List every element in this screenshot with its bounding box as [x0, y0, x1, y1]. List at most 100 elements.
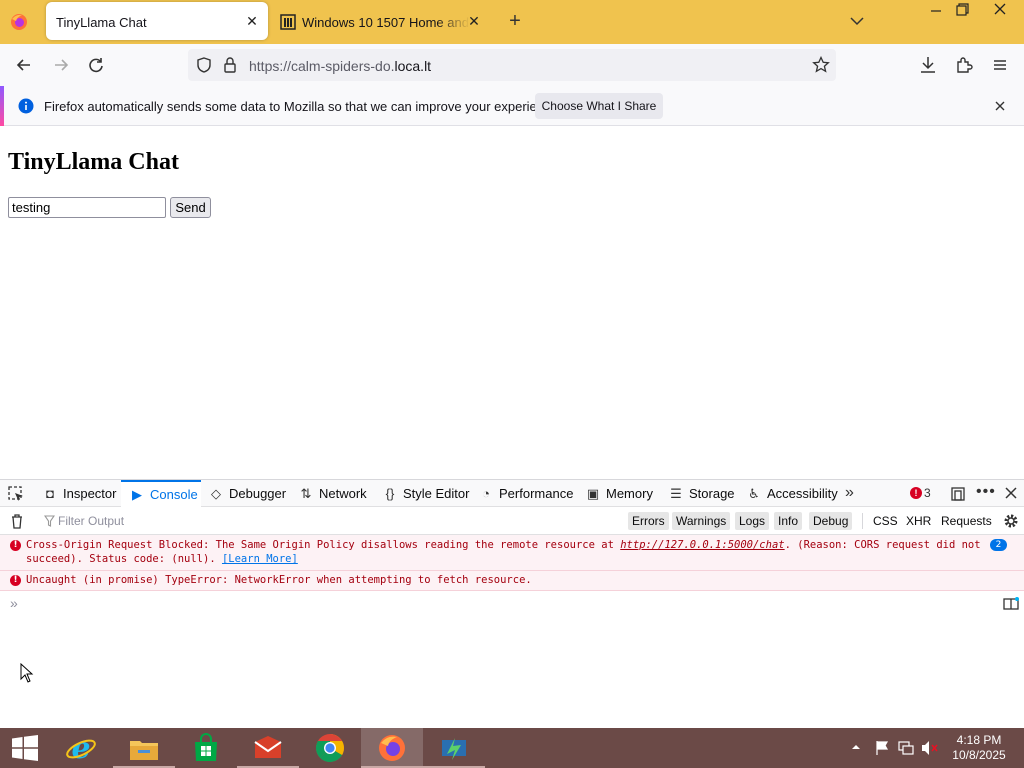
- shield-icon[interactable]: [195, 56, 213, 74]
- tab-debugger[interactable]: ◇ Debugger: [208, 480, 286, 507]
- navigation-bar: https://calm-spiders-do.loca.lt: [0, 44, 1024, 86]
- filter-icon: [44, 515, 55, 527]
- filter-logs-button[interactable]: Logs: [735, 512, 770, 530]
- filter-output-input[interactable]: Filter Output: [58, 514, 124, 528]
- notification-accent: [0, 86, 4, 126]
- taskbar-store[interactable]: [175, 728, 237, 768]
- reload-icon[interactable]: [85, 54, 107, 76]
- bookmark-star-icon[interactable]: [812, 56, 830, 74]
- extensions-icon[interactable]: [953, 54, 975, 76]
- page-title: TinyLlama Chat: [8, 149, 179, 175]
- tab-bar: TinyLlama Chat ✕ Windows 10 1507 Home an…: [0, 0, 1024, 44]
- tab-style-editor[interactable]: {} Style Editor: [382, 480, 470, 507]
- tab-network[interactable]: ⇅ Network: [298, 480, 367, 507]
- console-settings-gear-icon[interactable]: [1003, 513, 1019, 529]
- devtools-toolbar: ◘ Inspector ▶ Console ◇ Debugger ⇅ Network {…: [0, 479, 1024, 507]
- trash-icon[interactable]: [10, 513, 24, 529]
- tab-tinyllama-chat[interactable]: TinyLlama Chat ✕: [46, 2, 268, 40]
- info-icon: [18, 98, 34, 114]
- show-hidden-icons-icon[interactable]: [851, 743, 861, 751]
- new-tab-icon[interactable]: +: [505, 11, 525, 32]
- error-resource-link[interactable]: http://127.0.0.1:5000/chat: [620, 539, 784, 551]
- console-filter-bar: Filter Output Errors Warnings Logs Info …: [0, 507, 1024, 535]
- storage-icon: ☰: [670, 485, 682, 501]
- error-text: Uncaught (in promise) TypeError: Network…: [26, 574, 532, 586]
- error-icon: !: [10, 540, 21, 551]
- page-content: TinyLlama Chat testing Send: [0, 127, 1024, 480]
- network-icon[interactable]: [898, 740, 914, 756]
- error-text: Cross-Origin Request Blocked: The Same O…: [26, 539, 981, 565]
- lock-icon[interactable]: [222, 56, 238, 74]
- clock-date: 10/8/2025: [952, 748, 1006, 762]
- tab-performance[interactable]: ◔ Performance: [478, 480, 573, 507]
- tab-storage[interactable]: ☰ Storage: [668, 480, 734, 507]
- network-icon: ⇅: [300, 485, 312, 501]
- museum-icon: [280, 14, 296, 30]
- taskbar-mail-app[interactable]: [237, 728, 299, 768]
- tab-inspector[interactable]: ◘ Inspector: [42, 480, 116, 507]
- filter-info-button[interactable]: Info: [774, 512, 803, 530]
- filter-xhr-button[interactable]: XHR: [902, 512, 935, 530]
- data-collection-notification: Firefox automatically sends some data to…: [0, 86, 1024, 126]
- chevron-down-icon[interactable]: [848, 14, 866, 28]
- taskbar-clock[interactable]: 4:18 PM 10/8/2025: [948, 733, 1010, 763]
- send-button[interactable]: Send: [170, 197, 211, 218]
- notification-message: Firefox automatically sends some data to…: [44, 99, 562, 114]
- filter-errors-button[interactable]: Errors: [628, 512, 669, 530]
- style-editor-icon: {}: [385, 485, 395, 501]
- filter-css-button[interactable]: CSS: [869, 512, 902, 530]
- console-error-message[interactable]: ! Cross-Origin Request Blocked: The Same…: [0, 535, 1024, 571]
- close-notification-icon[interactable]: [993, 99, 1007, 113]
- taskbar-firefox[interactable]: [361, 728, 423, 768]
- menu-icon[interactable]: [989, 54, 1011, 76]
- tab-memory[interactable]: ▣ Memory: [585, 480, 653, 507]
- error-count[interactable]: 3: [924, 486, 931, 500]
- accessibility-icon: ♿: [748, 485, 760, 501]
- clock-time: 4:18 PM: [956, 733, 1002, 747]
- memory-icon: ▣: [586, 485, 600, 501]
- svg-text:e: e: [71, 732, 90, 764]
- downloads-icon[interactable]: [917, 54, 939, 76]
- console-input-area[interactable]: »: [0, 591, 1024, 728]
- close-devtools-icon[interactable]: [1004, 486, 1018, 500]
- taskbar-internet-explorer[interactable]: e: [50, 728, 112, 768]
- forward-arrow-icon[interactable]: [50, 54, 72, 76]
- restore-icon[interactable]: [946, 0, 978, 22]
- close-window-icon[interactable]: [984, 0, 1016, 22]
- url-bar[interactable]: https://calm-spiders-do.loca.lt: [188, 49, 836, 81]
- tab-windows-10[interactable]: Windows 10 1507 Home and Pro ✕: [276, 2, 490, 40]
- choose-what-i-share-button[interactable]: Choose What I Share: [535, 93, 663, 119]
- action-center-flag-icon[interactable]: [874, 740, 890, 756]
- message-input[interactable]: testing: [8, 197, 166, 218]
- taskbar-chrome[interactable]: [299, 728, 361, 768]
- tab-title: Windows 10 1507 Home and Pro: [302, 15, 470, 30]
- editor-mode-icon[interactable]: [1003, 597, 1019, 611]
- taskbar-file-explorer[interactable]: [113, 728, 175, 768]
- filter-warnings-button[interactable]: Warnings: [672, 512, 731, 530]
- close-tab-icon[interactable]: ✕: [244, 13, 260, 29]
- back-arrow-icon[interactable]: [13, 54, 35, 76]
- taskbar-app[interactable]: [423, 728, 485, 768]
- mouse-cursor-icon: [20, 663, 34, 683]
- tab-accessibility[interactable]: ♿ Accessibility: [746, 480, 838, 507]
- more-tools-chevron-icon[interactable]: »: [845, 485, 854, 501]
- learn-more-link[interactable]: [Learn More]: [222, 553, 298, 565]
- error-count-icon[interactable]: !: [910, 487, 922, 499]
- start-button[interactable]: [0, 728, 50, 768]
- volume-muted-icon[interactable]: [921, 740, 939, 756]
- firefox-logo-icon[interactable]: [8, 11, 30, 33]
- responsive-design-icon[interactable]: [950, 485, 966, 503]
- windows-taskbar: e: [0, 728, 1024, 768]
- tab-title: TinyLlama Chat: [56, 15, 147, 30]
- console-error-message[interactable]: ! Uncaught (in promise) TypeError: Netwo…: [0, 571, 1024, 591]
- filter-debug-button[interactable]: Debug: [809, 512, 853, 530]
- console-prompt: »: [10, 595, 18, 611]
- close-tab-icon[interactable]: ✕: [466, 13, 482, 29]
- filter-requests-button[interactable]: Requests: [937, 512, 996, 530]
- url-text[interactable]: https://calm-spiders-do.loca.lt: [249, 58, 431, 74]
- debugger-icon: ◇: [211, 485, 221, 501]
- more-options-icon[interactable]: •••: [976, 483, 996, 501]
- error-icon: !: [10, 575, 21, 586]
- tab-console[interactable]: ▶ Console: [121, 480, 201, 507]
- element-picker-icon[interactable]: [7, 485, 25, 503]
